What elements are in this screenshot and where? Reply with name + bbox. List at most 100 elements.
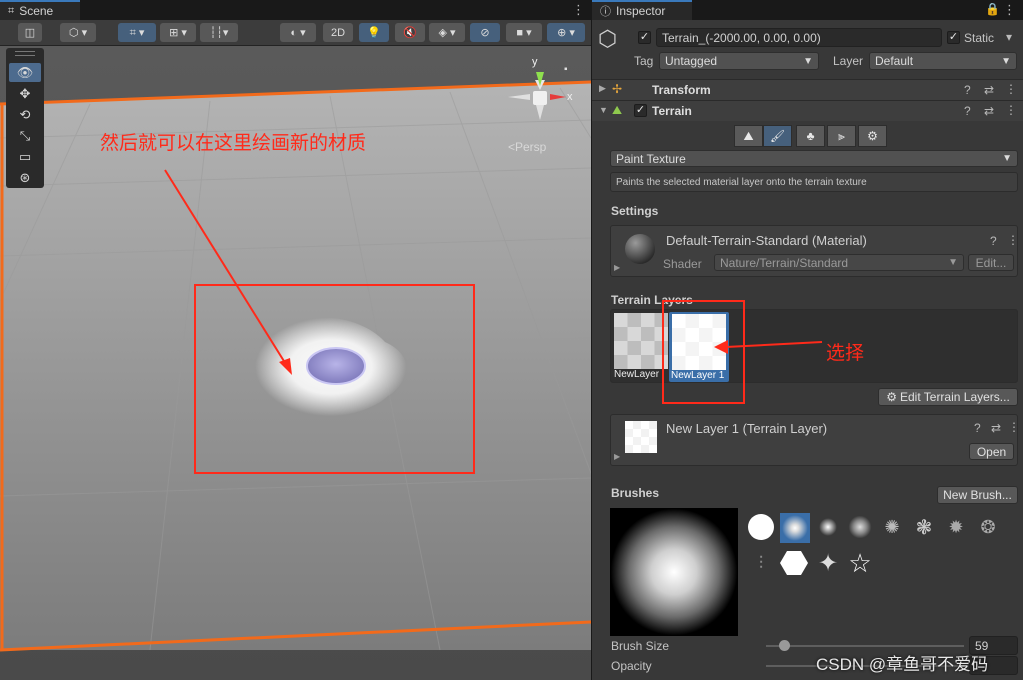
mode-2d-label: 2D bbox=[330, 26, 346, 39]
audio-toggle-button[interactable]: 🔇 bbox=[395, 23, 425, 42]
edit-terrain-layers-button[interactable]: ⚙ Edit Terrain Layers... bbox=[878, 388, 1018, 406]
tab-inspector[interactable]: ⓘ Inspector bbox=[592, 0, 692, 20]
drag-handle-icon[interactable] bbox=[15, 51, 35, 56]
layer-item[interactable]: NewLayer bbox=[614, 313, 668, 381]
transform-tools: 👁 ✥ ⟲ ⤡ ▭ ⊛ bbox=[6, 48, 44, 188]
increment-snap-button[interactable]: ┆┆▾ bbox=[200, 23, 238, 42]
layer-value: Default bbox=[875, 54, 914, 68]
paint-trees-tab[interactable]: ♣ bbox=[796, 125, 825, 147]
presets-icon[interactable]: ⇄ bbox=[984, 104, 994, 118]
inspector-panel: ⓘ Inspector 🔒 ⋮ ⬡ ✓ Terrain_(-2000.00, 0… bbox=[592, 0, 1023, 680]
expand-arrow-icon[interactable]: ▶ bbox=[614, 263, 620, 272]
ruler-icon: ┆┆▾ bbox=[209, 27, 229, 39]
effects-toggle-button[interactable]: ◈ ▾ bbox=[429, 23, 465, 42]
help-icon[interactable]: ? bbox=[964, 83, 971, 97]
material-menu-icon[interactable]: ⋮ bbox=[1007, 233, 1019, 247]
presets-icon[interactable]: ⇄ bbox=[984, 83, 994, 97]
brush-preview bbox=[610, 508, 738, 636]
help-icon[interactable]: ? bbox=[990, 234, 997, 248]
camera-settings-button[interactable]: ■ ▾ bbox=[506, 23, 542, 42]
tag-dropdown[interactable]: Untagged ▼ bbox=[659, 52, 819, 70]
brush-cloud-icon bbox=[848, 516, 872, 538]
camera-icon: ■ ▾ bbox=[516, 27, 532, 39]
info-icon: ⓘ bbox=[600, 6, 611, 18]
brush-soft-round-selected[interactable] bbox=[780, 513, 810, 543]
static-checkbox[interactable]: ✓ bbox=[947, 31, 960, 44]
brush-noise-1[interactable]: ✺ bbox=[878, 513, 906, 541]
terrain-settings-tab[interactable]: ⚙ bbox=[858, 125, 887, 147]
brush-star-outline[interactable]: ☆ bbox=[846, 548, 874, 578]
cube-icon: ⬡ ▾ bbox=[68, 27, 88, 39]
help-icon[interactable]: ? bbox=[964, 104, 971, 118]
paint-help-box: Paints the selected material layer onto … bbox=[610, 172, 1018, 192]
toggle-2d-button[interactable]: 2D bbox=[323, 23, 353, 42]
material-name[interactable]: Default-Terrain-Standard (Material) bbox=[666, 233, 867, 248]
scene-toolbar: ◫ ⬡ ▾ ⌗ ▾ ⊞ ▾ ┆┆▾ ◐ ▾ 2D 💡 🔇 ◈ ▾ ⊘ ■ ▾ ⊕… bbox=[0, 20, 591, 46]
brush-hexagon[interactable] bbox=[780, 549, 808, 577]
component-menu-icon[interactable]: ⋮ bbox=[1005, 103, 1017, 117]
grid-icon: ⌗ bbox=[8, 4, 15, 17]
lock-icon[interactable]: 🔒 bbox=[985, 2, 1000, 16]
paint-mode-dropdown[interactable]: Paint Texture ▼ bbox=[610, 150, 1018, 167]
grid-snap-button[interactable]: ⌗ ▾ bbox=[118, 23, 156, 42]
gizmos-button[interactable]: ⊕ ▾ bbox=[547, 23, 585, 42]
presets-icon[interactable]: ⇄ bbox=[991, 421, 1001, 435]
brush-noise-4[interactable]: ❂ bbox=[974, 513, 1002, 541]
brush-hard-round[interactable] bbox=[747, 513, 775, 541]
rect-tool-button[interactable]: ▭ bbox=[9, 147, 41, 166]
active-checkbox[interactable]: ✓ bbox=[638, 31, 651, 44]
shading-sphere-button[interactable]: ◐ ▾ bbox=[280, 23, 316, 42]
tab-scene[interactable]: ⌗ Scene bbox=[0, 0, 80, 20]
more-menu-icon[interactable]: ⋮ bbox=[572, 2, 585, 18]
lighting-toggle-button[interactable]: 💡 bbox=[359, 23, 389, 42]
draw-mode-button[interactable]: ◫ bbox=[18, 23, 42, 42]
transform-tool-button[interactable]: ⊛ bbox=[9, 168, 41, 187]
component-menu-icon[interactable]: ⋮ bbox=[1005, 82, 1017, 96]
expand-arrow-icon[interactable]: ▶ bbox=[599, 83, 606, 94]
scene-viewport[interactable]: y x ▪ <Persp 然后就可以在这里绘画新的材质 bbox=[0, 46, 591, 680]
brush-size-slider-handle[interactable] bbox=[778, 640, 790, 651]
layer-asset-name[interactable]: New Layer 1 (Terrain Layer) bbox=[666, 421, 827, 436]
brush-star-soft[interactable]: ✦ bbox=[814, 549, 842, 577]
brush-noise-3[interactable]: ✹ bbox=[942, 513, 970, 541]
gear-icon: ⚙ bbox=[886, 390, 897, 404]
help-icon[interactable]: ? bbox=[974, 421, 981, 435]
move-tool-button[interactable]: ✥ bbox=[9, 84, 41, 103]
rotate-tool-button[interactable]: ⟲ bbox=[9, 105, 41, 124]
paint-details-tab[interactable]: ⫸ bbox=[827, 125, 856, 147]
chevron-down-icon: ▼ bbox=[803, 55, 813, 67]
brush-cloud[interactable] bbox=[846, 513, 874, 541]
brush-circle-icon bbox=[748, 514, 774, 540]
global-toggle-button[interactable]: ⬡ ▾ bbox=[60, 23, 96, 42]
grass-icon: ⫸ bbox=[838, 128, 845, 143]
object-name-field[interactable]: Terrain_(-2000.00, 0.00, 0.00) bbox=[656, 28, 942, 47]
new-brush-button[interactable]: New Brush... bbox=[937, 486, 1018, 504]
more-menu-icon[interactable]: ⋮ bbox=[1003, 2, 1016, 18]
grid-visibility-button[interactable]: ⊞ ▾ bbox=[160, 23, 196, 42]
terrain-enabled-checkbox[interactable]: ✓ bbox=[634, 104, 647, 117]
terrain-component-header[interactable]: ▼ ⛰ ✓ Terrain ? ⇄ ⋮ bbox=[592, 100, 1023, 121]
scale-tool-button[interactable]: ⤡ bbox=[9, 126, 41, 145]
edit-shader-button[interactable]: Edit... bbox=[968, 254, 1014, 271]
layer-dropdown[interactable]: Default ▼ bbox=[869, 52, 1017, 70]
paint-mode-value: Paint Texture bbox=[616, 151, 686, 166]
brush-size-slider-track[interactable] bbox=[766, 645, 964, 647]
brush-grass[interactable]: ⫶ bbox=[747, 549, 775, 577]
expand-arrow-icon[interactable]: ▶ bbox=[614, 452, 620, 461]
hidden-objects-button[interactable]: ⊘ bbox=[470, 23, 500, 42]
asset-menu-icon[interactable]: ⋮ bbox=[1008, 420, 1020, 434]
brush-noise-2[interactable]: ❃ bbox=[910, 513, 938, 541]
transform-title: Transform bbox=[652, 83, 711, 97]
brush-small-soft[interactable] bbox=[814, 513, 842, 541]
paint-terrain-tab[interactable]: 🖌 bbox=[763, 125, 792, 147]
view-tool-button[interactable]: 👁 bbox=[9, 63, 41, 82]
scene-tab-label: Scene bbox=[19, 4, 54, 18]
shader-dropdown[interactable]: Nature/Terrain/Standard ▼ bbox=[714, 254, 964, 271]
annotation-arrow-paint bbox=[164, 169, 292, 375]
static-dropdown-icon[interactable]: ▾ bbox=[1006, 30, 1012, 44]
material-panel: ▶ Default-Terrain-Standard (Material) ? … bbox=[610, 225, 1019, 277]
create-neighbor-terrain-tab[interactable]: ⛰ bbox=[734, 125, 763, 147]
open-layer-button[interactable]: Open bbox=[969, 443, 1014, 460]
transform-component-header[interactable]: ▶ ✢ Transform ? ⇄ ⋮ bbox=[592, 79, 1023, 100]
collapse-arrow-icon[interactable]: ▼ bbox=[599, 105, 608, 115]
